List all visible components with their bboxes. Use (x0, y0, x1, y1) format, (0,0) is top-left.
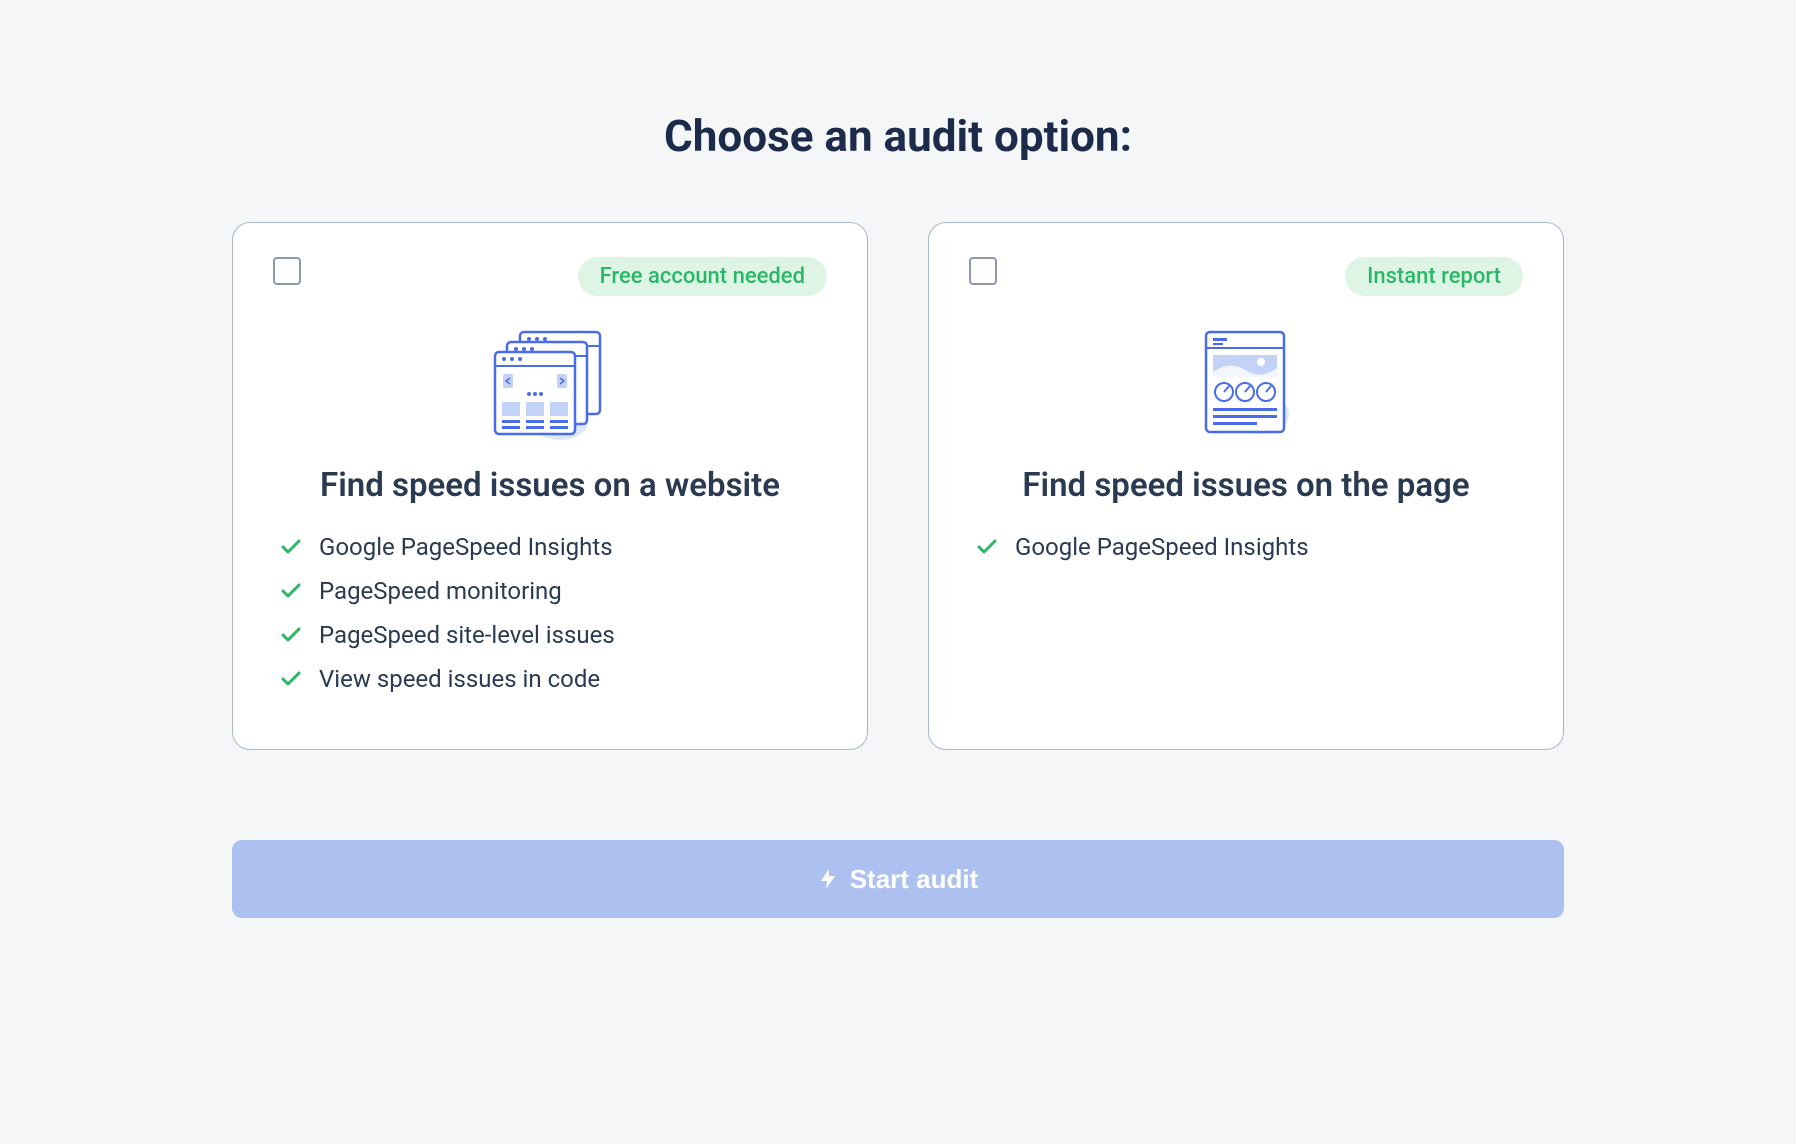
audit-option-page[interactable]: Instant report (928, 222, 1564, 750)
browser-windows-icon (485, 324, 615, 444)
feature-label: PageSpeed monitoring (319, 577, 562, 605)
check-icon (977, 539, 997, 555)
feature-label: View speed issues in code (319, 665, 600, 693)
checkbox-website[interactable] (273, 257, 301, 285)
feature-label: PageSpeed site-level issues (319, 621, 615, 649)
check-icon (281, 583, 301, 599)
page-illustration (969, 324, 1523, 444)
page-title: Choose an audit option: (664, 110, 1132, 162)
card-title-page: Find speed issues on the page (969, 466, 1523, 505)
feature-label: Google PageSpeed Insights (1015, 533, 1309, 561)
feature-label: Google PageSpeed Insights (319, 533, 613, 561)
card-header: Instant report (969, 257, 1523, 296)
lightning-icon (818, 867, 838, 891)
feature-item: PageSpeed monitoring (281, 577, 827, 605)
feature-item: PageSpeed site-level issues (281, 621, 827, 649)
badge-page: Instant report (1345, 257, 1523, 296)
check-icon (281, 671, 301, 687)
card-title-website: Find speed issues on a website (273, 466, 827, 505)
badge-website: Free account needed (578, 257, 827, 296)
start-audit-label: Start audit (850, 864, 979, 895)
check-icon (281, 539, 301, 555)
audit-options-row: Free account needed (232, 222, 1564, 750)
feature-item: Google PageSpeed Insights (281, 533, 827, 561)
feature-item: View speed issues in code (281, 665, 827, 693)
checkbox-page[interactable] (969, 257, 997, 285)
page-report-icon (1191, 324, 1301, 444)
audit-option-website[interactable]: Free account needed (232, 222, 868, 750)
features-list-website: Google PageSpeed Insights PageSpeed moni… (273, 533, 827, 693)
website-illustration (273, 324, 827, 444)
start-audit-button[interactable]: Start audit (232, 840, 1564, 918)
feature-item: Google PageSpeed Insights (977, 533, 1523, 561)
features-list-page: Google PageSpeed Insights (969, 533, 1523, 561)
card-header: Free account needed (273, 257, 827, 296)
check-icon (281, 627, 301, 643)
